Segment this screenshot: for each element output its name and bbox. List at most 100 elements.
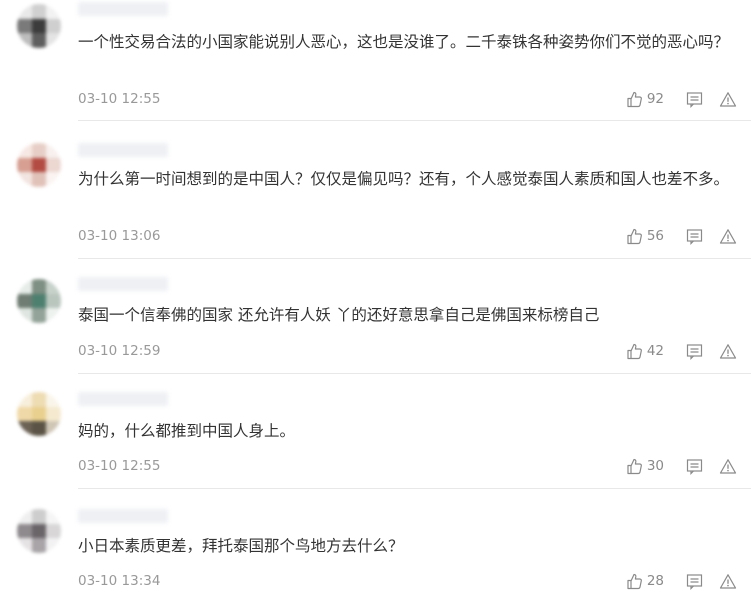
- like-button[interactable]: 30: [626, 456, 664, 476]
- avatar-tile: [46, 33, 61, 48]
- comment-time: 03-10 12:55: [78, 91, 161, 107]
- thumbs-up-icon: [626, 91, 643, 108]
- comment-actions: 30: [626, 456, 737, 476]
- avatar-tile: [31, 33, 47, 48]
- avatar-tile: [17, 4, 32, 19]
- avatar[interactable]: [17, 4, 61, 48]
- comment-text: 为什么第一时间想到的是中国人？仅仅是偏见吗？还有，个人感觉泰国人素质和国人也差不…: [78, 170, 730, 188]
- comment-meta: 03-10 12:55 30: [78, 456, 751, 476]
- comment-actions: 56: [626, 226, 737, 246]
- reply-icon[interactable]: [686, 91, 703, 108]
- avatar-tile: [46, 4, 61, 19]
- avatar-tile: [17, 406, 32, 422]
- username-blurred[interactable]: [78, 277, 168, 291]
- avatar-tile: [31, 509, 47, 524]
- avatar-tile: [17, 18, 32, 34]
- avatar-tile: [46, 279, 61, 294]
- avatar[interactable]: [17, 509, 61, 553]
- comment-item: 妈的，什么都推到中国人身上。 03-10 12:55 30: [0, 374, 751, 489]
- like-count: 28: [646, 573, 664, 589]
- avatar-tile: [17, 172, 32, 187]
- avatar[interactable]: [17, 392, 61, 436]
- like-button[interactable]: 42: [626, 341, 664, 361]
- avatar-tile: [46, 523, 61, 539]
- avatar-tile: [46, 293, 61, 309]
- comment-item: 一个性交易合法的小国家能说别人恶心，这也是没谁了。二千泰铢各种姿势你们不觉的恶心…: [0, 0, 751, 121]
- thumbs-up-icon: [626, 343, 643, 360]
- like-count: 92: [646, 91, 664, 107]
- report-icon[interactable]: [719, 458, 737, 475]
- username-blurred[interactable]: [78, 392, 168, 406]
- comment-time: 03-10 13:06: [78, 228, 161, 244]
- comment-meta: 03-10 13:06 56: [78, 226, 751, 246]
- comment-text: 一个性交易合法的小国家能说别人恶心，这也是没谁了。二千泰铢各种姿势你们不觉的恶心…: [78, 33, 730, 51]
- avatar-tile: [31, 172, 47, 187]
- avatar-tile: [31, 392, 47, 407]
- avatar-tile: [46, 421, 61, 436]
- avatar-tile: [46, 308, 61, 323]
- comment-text: 妈的，什么都推到中国人身上。: [78, 422, 296, 440]
- comment-actions: 28: [626, 571, 737, 591]
- avatar-tile: [31, 143, 47, 158]
- avatar-tile: [46, 157, 61, 173]
- avatar[interactable]: [17, 279, 61, 323]
- thumbs-up-icon: [626, 573, 643, 590]
- avatar-tile: [17, 143, 32, 158]
- avatar[interactable]: [17, 143, 61, 187]
- like-count: 56: [646, 228, 664, 244]
- avatar-tile: [17, 33, 32, 48]
- avatar-tile: [31, 421, 47, 436]
- avatar-tile: [17, 157, 32, 173]
- avatar-tile: [17, 392, 32, 407]
- report-icon[interactable]: [719, 228, 737, 245]
- report-icon[interactable]: [719, 91, 737, 108]
- like-button[interactable]: 28: [626, 571, 664, 591]
- comment-item: 小日本素质更差，拜托泰国那个鸟地方去什么？ 03-10 13:34 28: [0, 489, 751, 601]
- like-count: 30: [646, 458, 664, 474]
- username-blurred[interactable]: [78, 143, 168, 157]
- avatar-tile: [31, 308, 47, 323]
- avatar-tile: [31, 157, 47, 173]
- comment-meta: 03-10 12:59 42: [78, 341, 751, 361]
- reply-icon[interactable]: [686, 228, 703, 245]
- comment-actions: 92: [626, 89, 737, 109]
- avatar-tile: [17, 293, 32, 309]
- comment-item: 为什么第一时间想到的是中国人？仅仅是偏见吗？还有，个人感觉泰国人素质和国人也差不…: [0, 121, 751, 259]
- avatar-tile: [46, 406, 61, 422]
- comment-meta: 03-10 13:34 28: [78, 571, 751, 591]
- thumbs-up-icon: [626, 228, 643, 245]
- thumbs-up-icon: [626, 458, 643, 475]
- avatar-tile: [46, 172, 61, 187]
- avatar-tile: [17, 538, 32, 553]
- reply-icon[interactable]: [686, 343, 703, 360]
- avatar-tile: [17, 523, 32, 539]
- comment-time: 03-10 12:59: [78, 343, 161, 359]
- comment-time: 03-10 12:55: [78, 458, 161, 474]
- avatar-tile: [17, 308, 32, 323]
- avatar-tile: [31, 279, 47, 294]
- comment-item: 泰国一个信奉佛的国家 还允许有人妖 丫的还好意思拿自己是佛国来标榜自己 03-1…: [0, 259, 751, 374]
- avatar-tile: [31, 18, 47, 34]
- avatar-tile: [17, 279, 32, 294]
- comment-text: 小日本素质更差，拜托泰国那个鸟地方去什么？: [78, 537, 404, 555]
- comment-text: 泰国一个信奉佛的国家 还允许有人妖 丫的还好意思拿自己是佛国来标榜自己: [78, 306, 600, 324]
- comment-meta: 03-10 12:55 92: [78, 89, 751, 109]
- like-button[interactable]: 56: [626, 226, 664, 246]
- username-blurred[interactable]: [78, 509, 168, 523]
- avatar-tile: [46, 538, 61, 553]
- reply-icon[interactable]: [686, 573, 703, 590]
- avatar-tile: [46, 18, 61, 34]
- like-button[interactable]: 92: [626, 89, 664, 109]
- avatar-tile: [17, 509, 32, 524]
- avatar-tile: [31, 293, 47, 309]
- reply-icon[interactable]: [686, 458, 703, 475]
- avatar-tile: [31, 538, 47, 553]
- report-icon[interactable]: [719, 573, 737, 590]
- avatar-tile: [46, 143, 61, 158]
- report-icon[interactable]: [719, 343, 737, 360]
- avatar-tile: [31, 406, 47, 422]
- avatar-tile: [46, 509, 61, 524]
- avatar-tile: [31, 523, 47, 539]
- comment-actions: 42: [626, 341, 737, 361]
- username-blurred[interactable]: [78, 2, 168, 16]
